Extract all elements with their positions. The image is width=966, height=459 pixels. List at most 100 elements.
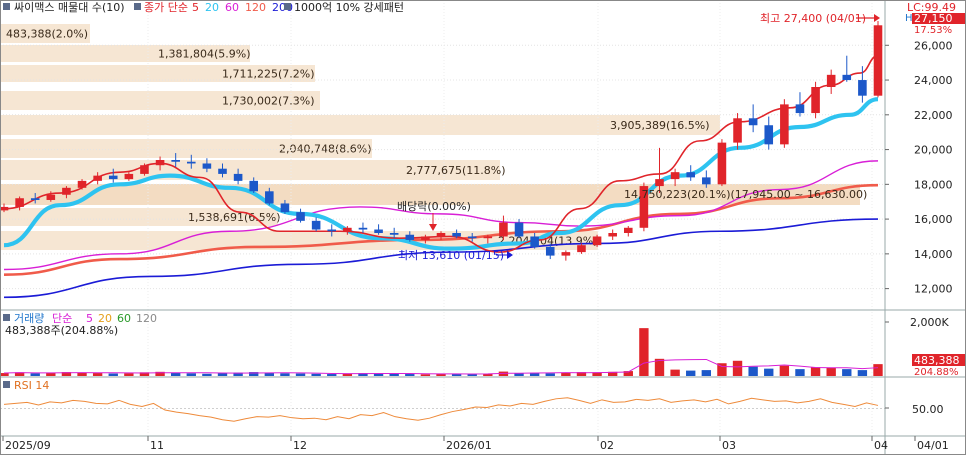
candle-body bbox=[155, 160, 165, 166]
volume-bar bbox=[124, 373, 134, 376]
price-tick-label: 26,000 bbox=[914, 39, 953, 52]
volume-bar bbox=[108, 373, 118, 376]
candle-body bbox=[343, 227, 352, 232]
candle-body bbox=[296, 212, 305, 221]
volume-bar bbox=[311, 373, 321, 376]
rsi-axis-label: 50.00 bbox=[912, 403, 944, 416]
candle-body bbox=[46, 194, 56, 200]
candle-body bbox=[467, 236, 477, 239]
date-tick-label: 12 bbox=[293, 439, 307, 452]
legend-marker bbox=[284, 3, 291, 10]
volume-profile-label: 1,711,225(7.2%) bbox=[222, 68, 315, 81]
candle-body bbox=[202, 163, 212, 169]
candle-body bbox=[561, 252, 571, 256]
ma-period-60[interactable]: 60 bbox=[225, 1, 239, 14]
current-change-label: 17.53% bbox=[914, 25, 952, 36]
price-tick-label: 18,000 bbox=[914, 178, 953, 191]
price-range-annotation: 14,750,223(20.1%)(17,945.00 ~ 16,630.00) bbox=[624, 188, 867, 201]
volume-bar bbox=[202, 373, 212, 376]
legend-marker bbox=[134, 3, 141, 10]
candle-body bbox=[374, 229, 383, 233]
current-volume-label: 483,388 bbox=[914, 354, 960, 367]
volume-profile-label: 2,040,748(8.6%) bbox=[279, 143, 372, 156]
ma-period-5[interactable]: 5 bbox=[192, 1, 199, 14]
candle-body bbox=[218, 168, 227, 174]
candle-body bbox=[811, 87, 820, 114]
price-tick-label: 24,000 bbox=[914, 74, 953, 87]
candle-body bbox=[826, 74, 836, 87]
volume-bar bbox=[732, 360, 743, 376]
volume-bar bbox=[420, 374, 431, 376]
candle-body bbox=[873, 25, 883, 96]
volume-bar bbox=[857, 370, 868, 376]
rsi-title[interactable]: RSI 14 bbox=[14, 379, 49, 392]
date-tick-label: 11 bbox=[150, 439, 164, 452]
candle-body bbox=[483, 236, 493, 239]
volume-bar bbox=[686, 370, 696, 376]
candle-body bbox=[15, 198, 24, 207]
candle-body bbox=[124, 173, 134, 180]
volume-profile-label: 1,381,804(5.9%) bbox=[158, 48, 251, 61]
volume-bar bbox=[764, 368, 774, 376]
candle-body bbox=[842, 74, 852, 81]
ma-period-120[interactable]: 120 bbox=[245, 1, 266, 14]
volume-bar bbox=[670, 369, 680, 376]
legend-marker bbox=[3, 314, 10, 321]
volume-bar bbox=[701, 370, 712, 376]
volume-bar bbox=[842, 369, 852, 376]
stock-chart: 483,388(2.0%) 1,381,804(5.9%) 1,711,225(7.… bbox=[0, 0, 966, 455]
volume-ma-period-120[interactable]: 120 bbox=[136, 312, 157, 325]
candle-body bbox=[499, 222, 508, 237]
candle-body bbox=[748, 118, 758, 126]
legend-marker bbox=[3, 381, 10, 388]
candle-body bbox=[530, 236, 539, 247]
volume-bar bbox=[873, 364, 883, 376]
ma-legend-label[interactable]: 종가 단순 bbox=[144, 1, 188, 14]
candle-body bbox=[62, 187, 71, 195]
volume-bar bbox=[295, 373, 306, 376]
volume-bar bbox=[779, 365, 790, 376]
candle-body bbox=[577, 245, 586, 253]
candle-body bbox=[249, 180, 259, 192]
dividend-annotation: 배당락(0.00%) bbox=[397, 200, 471, 213]
candle-body bbox=[171, 160, 180, 162]
date-tick-label: 03 bbox=[722, 439, 736, 452]
volume-bar bbox=[217, 373, 228, 376]
volume-profile-label: 1,730,002(7.3%) bbox=[222, 95, 315, 108]
candle-body bbox=[452, 233, 461, 237]
candle-body bbox=[77, 180, 87, 188]
volume-bar bbox=[405, 374, 415, 376]
volume-bar bbox=[826, 367, 836, 376]
high-annotation: 최고 27,400 (04/01) bbox=[760, 12, 866, 25]
candle-body bbox=[93, 175, 102, 181]
symbol-title[interactable]: 싸이맥스 매물대 수(10) bbox=[14, 1, 125, 14]
h-label: H bbox=[905, 13, 913, 24]
date-tick-label: 02 bbox=[600, 439, 614, 452]
date-tick-label: 04/01 bbox=[917, 439, 949, 452]
candle-body bbox=[405, 234, 415, 240]
candle-body bbox=[233, 173, 243, 181]
price-tick-label: 20,000 bbox=[914, 144, 953, 157]
volume-bar bbox=[748, 366, 758, 376]
candle-body bbox=[436, 233, 446, 237]
volume-bar bbox=[186, 373, 196, 376]
candle-body bbox=[702, 177, 711, 185]
price-tick-label: 22,000 bbox=[914, 109, 953, 122]
candle-body bbox=[421, 236, 430, 240]
volume-ma-period-60[interactable]: 60 bbox=[117, 312, 131, 325]
price-tick-label: 16,000 bbox=[914, 213, 953, 226]
candle-body bbox=[670, 172, 680, 180]
ma-period-20[interactable]: 20 bbox=[205, 1, 219, 14]
pattern-legend-label[interactable]: 1000억 10% 강세패턴 bbox=[294, 1, 404, 14]
candle-body bbox=[327, 229, 337, 232]
legend-marker bbox=[3, 3, 10, 10]
date-tick-label: 04 bbox=[874, 439, 888, 452]
candle-body bbox=[186, 161, 196, 164]
candle-body bbox=[140, 165, 149, 174]
volume-bar bbox=[810, 367, 821, 376]
date-tick-label: 2026/01 bbox=[446, 439, 492, 452]
current-volume-ratio: 204.88% bbox=[914, 367, 959, 378]
candle-body bbox=[717, 142, 727, 185]
volume-bar bbox=[389, 373, 399, 376]
candle-body bbox=[780, 104, 789, 145]
